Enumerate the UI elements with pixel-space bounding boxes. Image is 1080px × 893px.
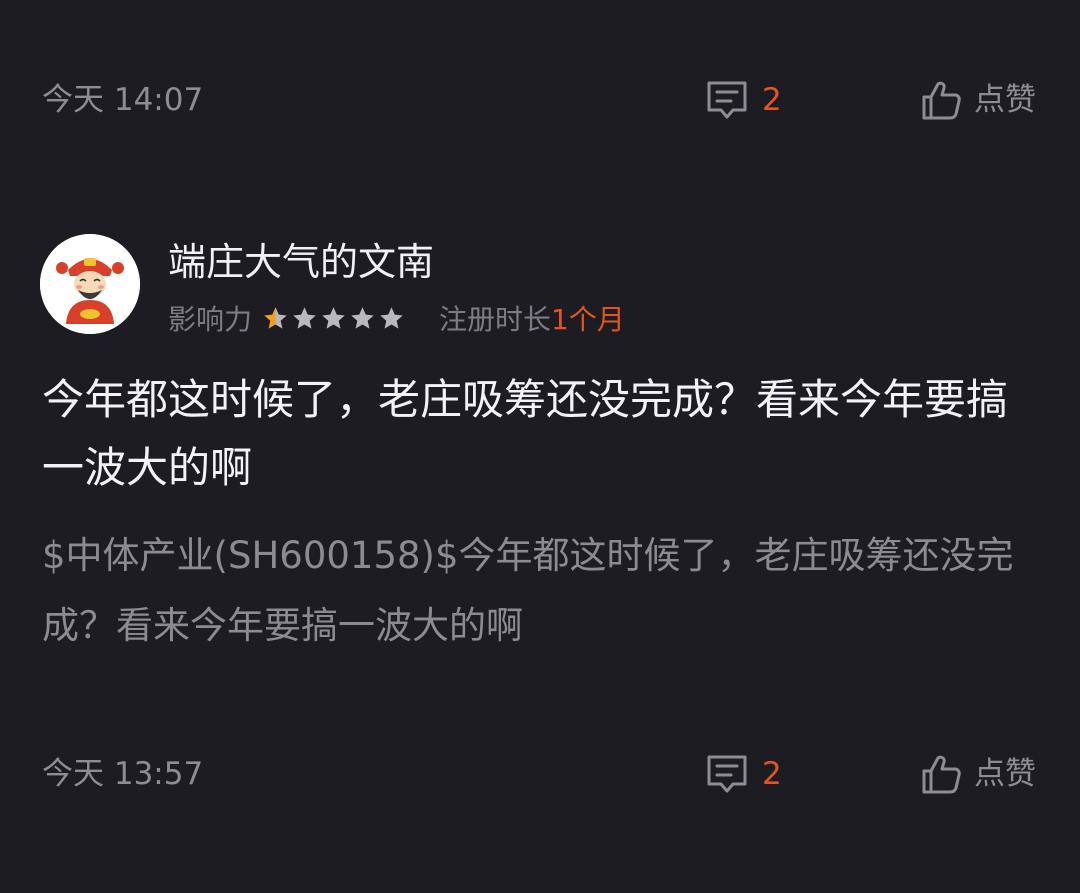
post-title[interactable]: 今年都这时候了，老庄吸筹还没完成？看来今年要搞一波大的啊	[42, 366, 1042, 502]
stock-tag-link[interactable]: $中体产业(SH600158)$	[42, 534, 459, 577]
influence-label: 影响力	[168, 303, 253, 336]
thumbs-up-icon	[922, 81, 961, 120]
post-time: 今天 14:07	[42, 82, 204, 118]
registration-label: 注册时长	[439, 303, 552, 336]
comment-count: 2	[762, 756, 782, 792]
author-name[interactable]: 端庄大气的文南	[168, 238, 434, 286]
post-footer: 今天 13:57 2 点赞	[0, 744, 1080, 804]
influence-rating	[262, 305, 407, 332]
like-button[interactable]: 点赞	[920, 749, 1036, 799]
star-icon	[380, 306, 403, 329]
post-body[interactable]: $中体产业(SH600158)$今年都这时候了，老庄吸筹还没完成？看来今年要搞一…	[42, 521, 1042, 661]
comment-icon	[707, 81, 747, 119]
star-icon	[264, 306, 287, 329]
comment-button[interactable]: 2	[704, 749, 782, 799]
like-button[interactable]: 点赞	[920, 75, 1036, 125]
registration-value: 1个月	[551, 303, 625, 336]
comment-count: 2	[762, 82, 782, 118]
post-time: 今天 13:57	[42, 756, 204, 792]
post-footer-top: 今天 14:07 2 点赞	[0, 70, 1080, 130]
star-icon	[322, 306, 345, 329]
like-label: 点赞	[974, 82, 1036, 118]
avatar[interactable]	[40, 234, 140, 334]
star-icon	[351, 306, 374, 329]
comment-button[interactable]: 2	[704, 75, 782, 125]
comment-icon	[707, 755, 747, 793]
author-stats: 影响力 注册时长 1个月	[168, 298, 625, 338]
star-icon	[293, 306, 316, 329]
like-label: 点赞	[974, 756, 1036, 792]
thumbs-up-icon	[922, 755, 961, 794]
god-of-wealth-avatar	[40, 234, 140, 334]
